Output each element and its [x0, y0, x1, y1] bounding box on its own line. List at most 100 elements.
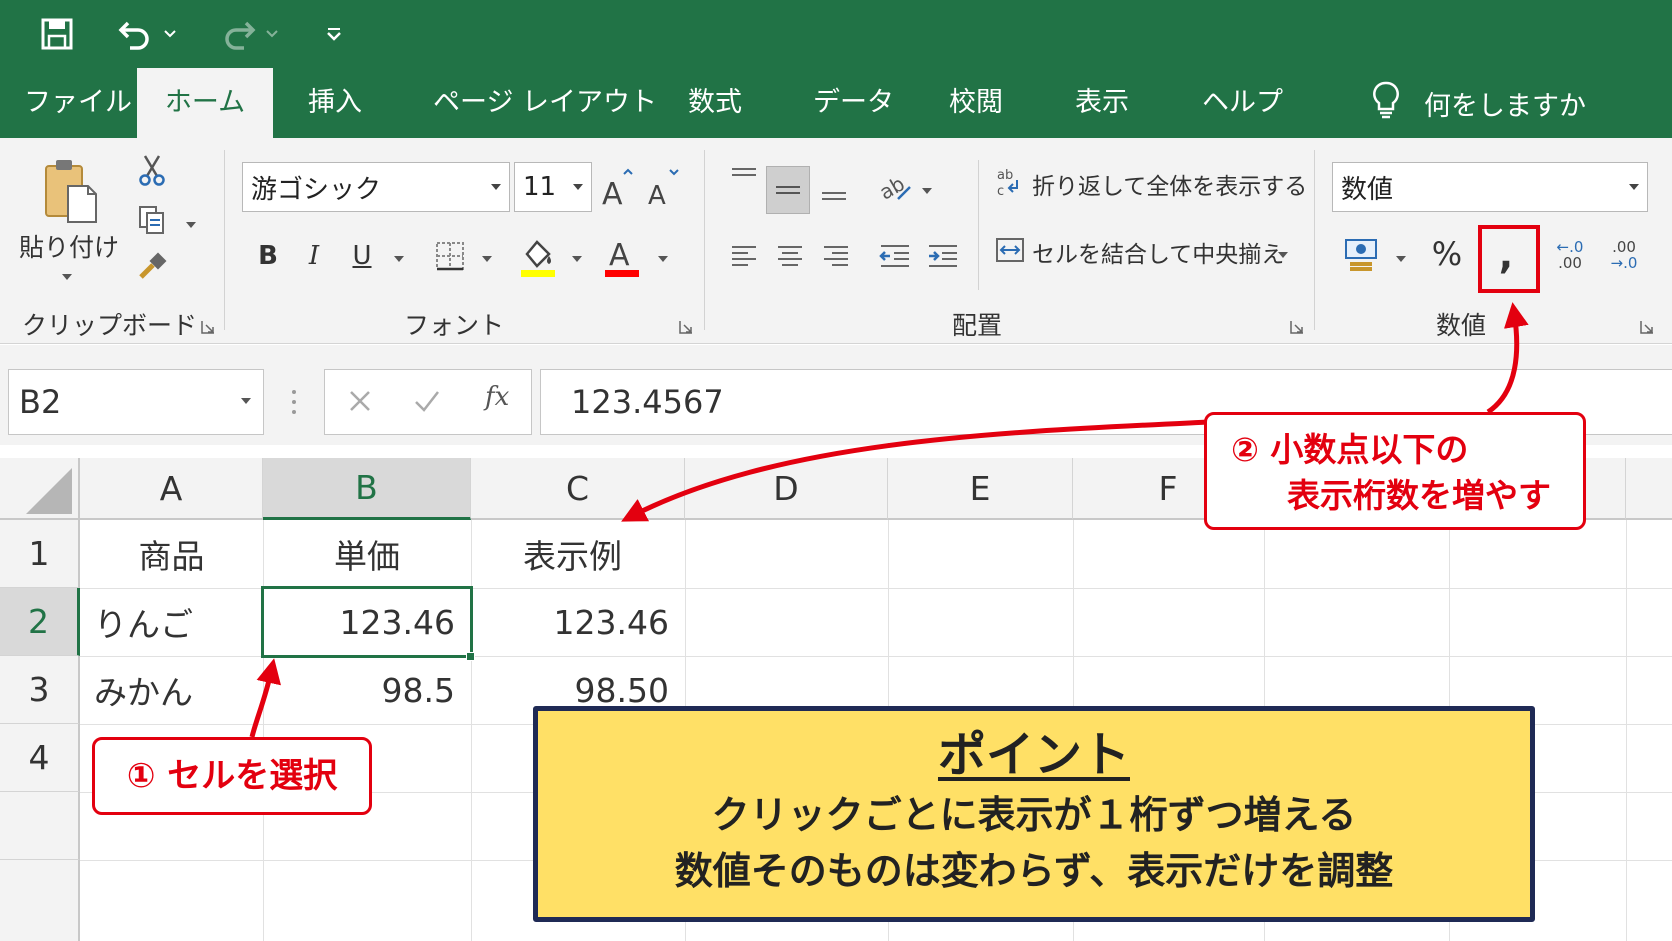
tab-insert[interactable]: 挿入 — [308, 68, 362, 138]
tab-help[interactable]: ヘルプ — [1202, 68, 1283, 138]
row-header-1[interactable]: 1 — [0, 520, 80, 588]
cell-a2[interactable]: りんご — [80, 588, 263, 656]
tab-data[interactable]: データ — [813, 68, 894, 138]
cell-c1[interactable]: 表示例 — [471, 520, 685, 588]
tab-formulas[interactable]: 数式 — [688, 68, 742, 138]
chevron-down-icon[interactable] — [1396, 256, 1406, 262]
tab-file[interactable]: ファイル — [24, 68, 132, 138]
chevron-down-icon[interactable] — [572, 256, 582, 262]
paste-icon[interactable] — [32, 152, 108, 230]
cancel-icon[interactable] — [347, 388, 373, 418]
cut-icon[interactable] — [134, 152, 170, 188]
align-center-icon[interactable] — [772, 234, 808, 278]
paste-button[interactable]: 貼り付け — [14, 226, 124, 266]
italic-icon[interactable]: I — [298, 234, 330, 278]
group-separator — [1314, 150, 1315, 330]
row-header-2[interactable]: 2 — [0, 588, 80, 656]
top-align-icon[interactable] — [726, 160, 762, 196]
align-right-icon[interactable] — [818, 234, 854, 278]
column-header-c[interactable]: C — [471, 458, 685, 520]
dialog-launcher-icon[interactable] — [1640, 320, 1654, 334]
cell-b3[interactable]: 98.5 — [263, 656, 471, 724]
comma-style-highlight — [1478, 225, 1540, 293]
align-left-icon[interactable] — [726, 234, 762, 278]
column-header-i[interactable] — [1626, 458, 1672, 520]
font-name-combo[interactable]: 游ゴシック — [242, 162, 510, 212]
row-header-4[interactable]: 4 — [0, 724, 80, 792]
customize-qat-icon[interactable] — [326, 14, 342, 54]
redo-icon[interactable] — [220, 14, 278, 54]
tab-page-layout[interactable]: ページ レイアウト — [433, 68, 657, 138]
wrap-text-icon[interactable]: ab c — [994, 164, 1024, 200]
middle-align-icon[interactable] — [766, 166, 810, 214]
format-painter-icon[interactable] — [134, 248, 170, 284]
name-box[interactable]: B2 — [8, 369, 264, 435]
enter-check-icon[interactable] — [413, 388, 441, 418]
decrease-decimal-button[interactable]: .00 →.0 — [1602, 230, 1646, 280]
svg-text:A: A — [648, 181, 666, 208]
undo-icon[interactable] — [118, 14, 176, 54]
accounting-format-icon[interactable] — [1340, 232, 1382, 276]
underline-icon[interactable]: U — [346, 234, 378, 278]
row-header-3[interactable]: 3 — [0, 656, 80, 724]
chevron-down-icon[interactable] — [186, 222, 196, 228]
insert-function-icon[interactable]: fx — [485, 382, 509, 412]
row-header-6[interactable] — [0, 860, 80, 941]
row-header-5[interactable] — [0, 792, 80, 860]
point-line1: クリックごとに表示が１桁ずつ増える — [711, 793, 1357, 837]
chevron-down-icon[interactable] — [241, 398, 251, 404]
chevron-down-icon[interactable] — [1278, 252, 1288, 258]
merge-center-icon[interactable] — [994, 232, 1026, 268]
chevron-down-icon[interactable] — [573, 184, 583, 190]
group-separator — [224, 150, 225, 330]
increase-indent-icon[interactable] — [924, 234, 962, 278]
chevron-down-icon[interactable] — [266, 30, 278, 38]
chevron-down-icon[interactable] — [658, 256, 668, 262]
tab-review[interactable]: 校閲 — [949, 68, 1003, 138]
cell-c2[interactable]: 123.46 — [471, 588, 685, 656]
chevron-down-icon[interactable] — [1629, 184, 1639, 190]
cell-a3[interactable]: みかん — [80, 656, 263, 724]
merge-center-button[interactable]: セルを結合して中央揃え — [1032, 232, 1284, 272]
tab-home[interactable]: ホーム — [137, 68, 273, 138]
column-header-d[interactable]: D — [685, 458, 888, 520]
number-format-combo[interactable]: 数値 — [1332, 162, 1648, 212]
chevron-down-icon[interactable] — [482, 256, 492, 262]
font-size-value: 11 — [523, 172, 557, 202]
column-header-a[interactable]: A — [80, 458, 263, 520]
dialog-launcher-icon[interactable] — [679, 320, 693, 334]
column-header-e[interactable]: E — [888, 458, 1073, 520]
chevron-down-icon[interactable] — [164, 30, 176, 38]
dialog-launcher-icon[interactable] — [1290, 320, 1304, 334]
decrease-font-size-icon[interactable]: A — [646, 166, 680, 210]
bold-icon[interactable]: B — [252, 234, 284, 278]
percent-style-button[interactable]: % — [1426, 232, 1468, 276]
wrap-text-button[interactable]: 折り返して全体を表示する — [1032, 164, 1307, 204]
dialog-launcher-icon[interactable] — [201, 320, 215, 334]
formula-buttons: fx — [324, 369, 532, 435]
select-all-button[interactable] — [0, 458, 80, 520]
fill-color-icon[interactable] — [518, 232, 558, 280]
increase-decimal-button[interactable]: ←.0 .00 — [1548, 230, 1592, 280]
font-color-icon[interactable]: A — [602, 232, 642, 280]
tell-me-box[interactable]: 何をしますか — [1372, 68, 1586, 138]
borders-icon[interactable] — [432, 234, 468, 278]
copy-icon[interactable] — [134, 202, 170, 238]
font-size-combo[interactable]: 11 — [514, 162, 592, 212]
cell-a1[interactable]: 商品 — [80, 520, 263, 588]
save-icon[interactable] — [40, 14, 74, 54]
cell-b1[interactable]: 単価 — [263, 520, 471, 588]
tab-view[interactable]: 表示 — [1075, 68, 1129, 138]
decrease-decimal-bottom: →.0 — [1610, 254, 1638, 272]
orientation-icon[interactable]: ab — [876, 168, 914, 206]
column-header-b[interactable]: B — [263, 458, 471, 520]
increase-font-size-icon[interactable]: A — [600, 166, 634, 210]
bottom-align-icon[interactable] — [816, 172, 852, 208]
resize-handle[interactable] — [292, 389, 296, 415]
chevron-down-icon[interactable] — [922, 188, 932, 194]
fill-handle[interactable] — [466, 652, 475, 661]
decrease-indent-icon[interactable] — [876, 234, 914, 278]
chevron-down-icon[interactable] — [62, 274, 72, 280]
chevron-down-icon[interactable] — [394, 256, 404, 262]
chevron-down-icon[interactable] — [491, 184, 501, 190]
